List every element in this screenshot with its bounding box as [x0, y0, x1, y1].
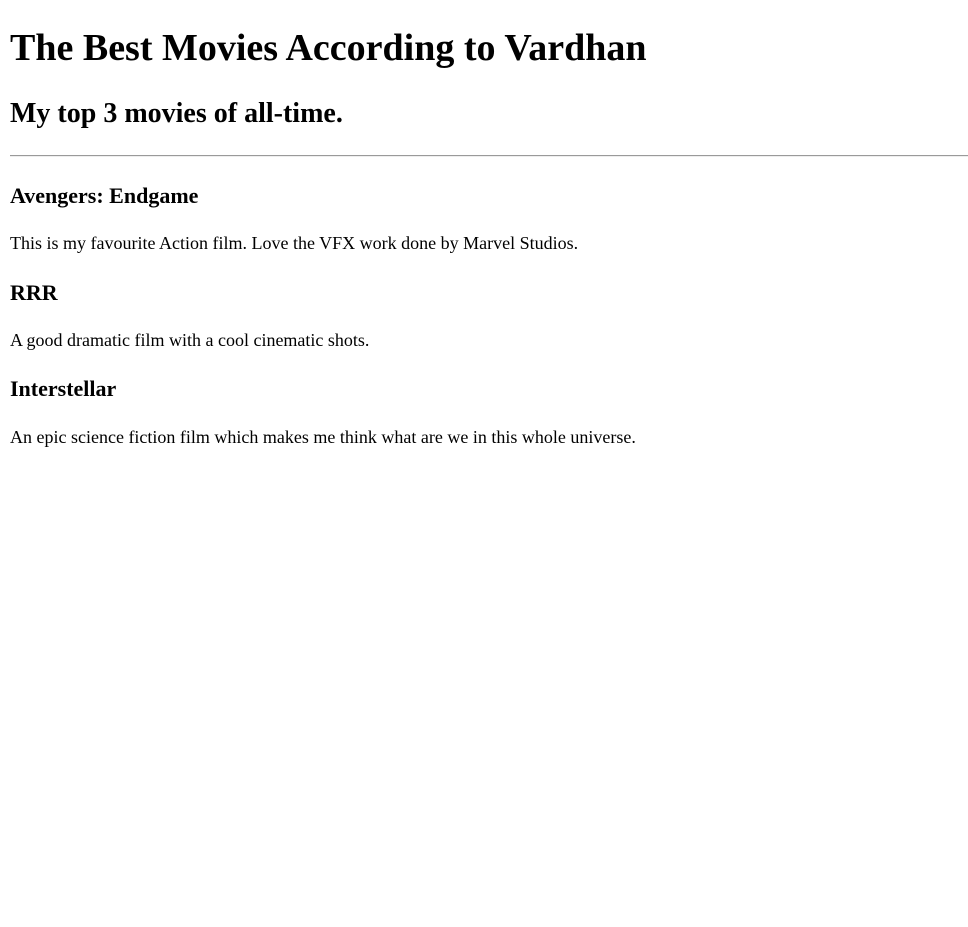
movie-title-rrr: RRR [10, 280, 58, 305]
page-subtitle: My top 3 movies of all-time. [10, 98, 343, 129]
horizontal-divider [10, 155, 968, 157]
page-title: The Best Movies According to Vardhan [10, 27, 647, 69]
movie-description-rrr: A good dramatic film with a cool cinemat… [10, 330, 370, 350]
movie-description-avengers-endgame: This is my favourite Action film. Love t… [10, 233, 579, 253]
movie-title-avengers-endgame: Avengers: Endgame [10, 183, 199, 208]
movie-title-interstellar: Interstellar [10, 376, 117, 401]
page-body: The Best Movies According to Vardhan My … [0, 0, 968, 927]
movie-description-interstellar: An epic science fiction film which makes… [10, 427, 636, 447]
